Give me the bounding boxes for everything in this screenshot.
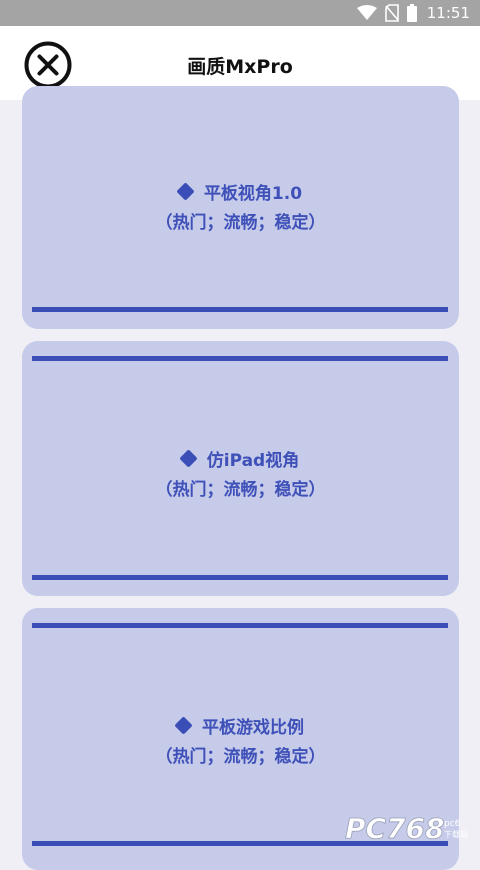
option-title-row: 平板游戏比例: [22, 712, 459, 738]
svg-text:下载站: 下载站: [444, 829, 468, 839]
option-text: 平板游戏比例 （热门；流畅；稳定）: [22, 712, 459, 768]
option-text: 平板视角1.0 （热门；流畅；稳定）: [22, 178, 459, 234]
option-title: 平板视角1.0: [204, 179, 302, 204]
option-card-tablet-view[interactable]: 平板视角1.0 （热门；流畅；稳定）: [22, 86, 459, 329]
diamond-bullet-icon: [174, 716, 192, 734]
status-icons: 11:51: [357, 3, 470, 23]
option-subtitle: （热门；流畅；稳定）: [22, 208, 459, 234]
wifi-icon: [357, 5, 377, 21]
no-sim-icon: [385, 4, 399, 22]
option-title-row: 仿iPad视角: [22, 445, 459, 471]
page-title: 画质MxPro: [0, 52, 480, 79]
svg-text:pc6: pc6: [444, 819, 461, 829]
option-title: 平板游戏比例: [202, 713, 304, 738]
card-top-line: [32, 623, 448, 628]
option-title: 仿iPad视角: [207, 446, 299, 471]
option-subtitle: （热门；流畅；稳定）: [22, 742, 459, 768]
card-bottom-line: [32, 575, 448, 580]
status-time: 11:51: [427, 4, 470, 22]
option-text: 仿iPad视角 （热门；流畅；稳定）: [22, 445, 459, 501]
card-bottom-line: [32, 307, 448, 312]
battery-icon: [407, 4, 417, 22]
option-title-row: 平板视角1.0: [22, 178, 459, 204]
diamond-bullet-icon: [176, 182, 194, 200]
svg-text:PC768: PC768: [345, 812, 445, 845]
diamond-bullet-icon: [179, 449, 197, 467]
option-card-ipad-view[interactable]: 仿iPad视角 （热门；流畅；稳定）: [22, 341, 459, 596]
card-top-line: [32, 356, 448, 361]
option-subtitle: （热门；流畅；稳定）: [22, 475, 459, 501]
status-bar: 11:51: [0, 0, 480, 26]
pc768-watermark-logo: PC768 pc6 下载站: [345, 808, 470, 846]
